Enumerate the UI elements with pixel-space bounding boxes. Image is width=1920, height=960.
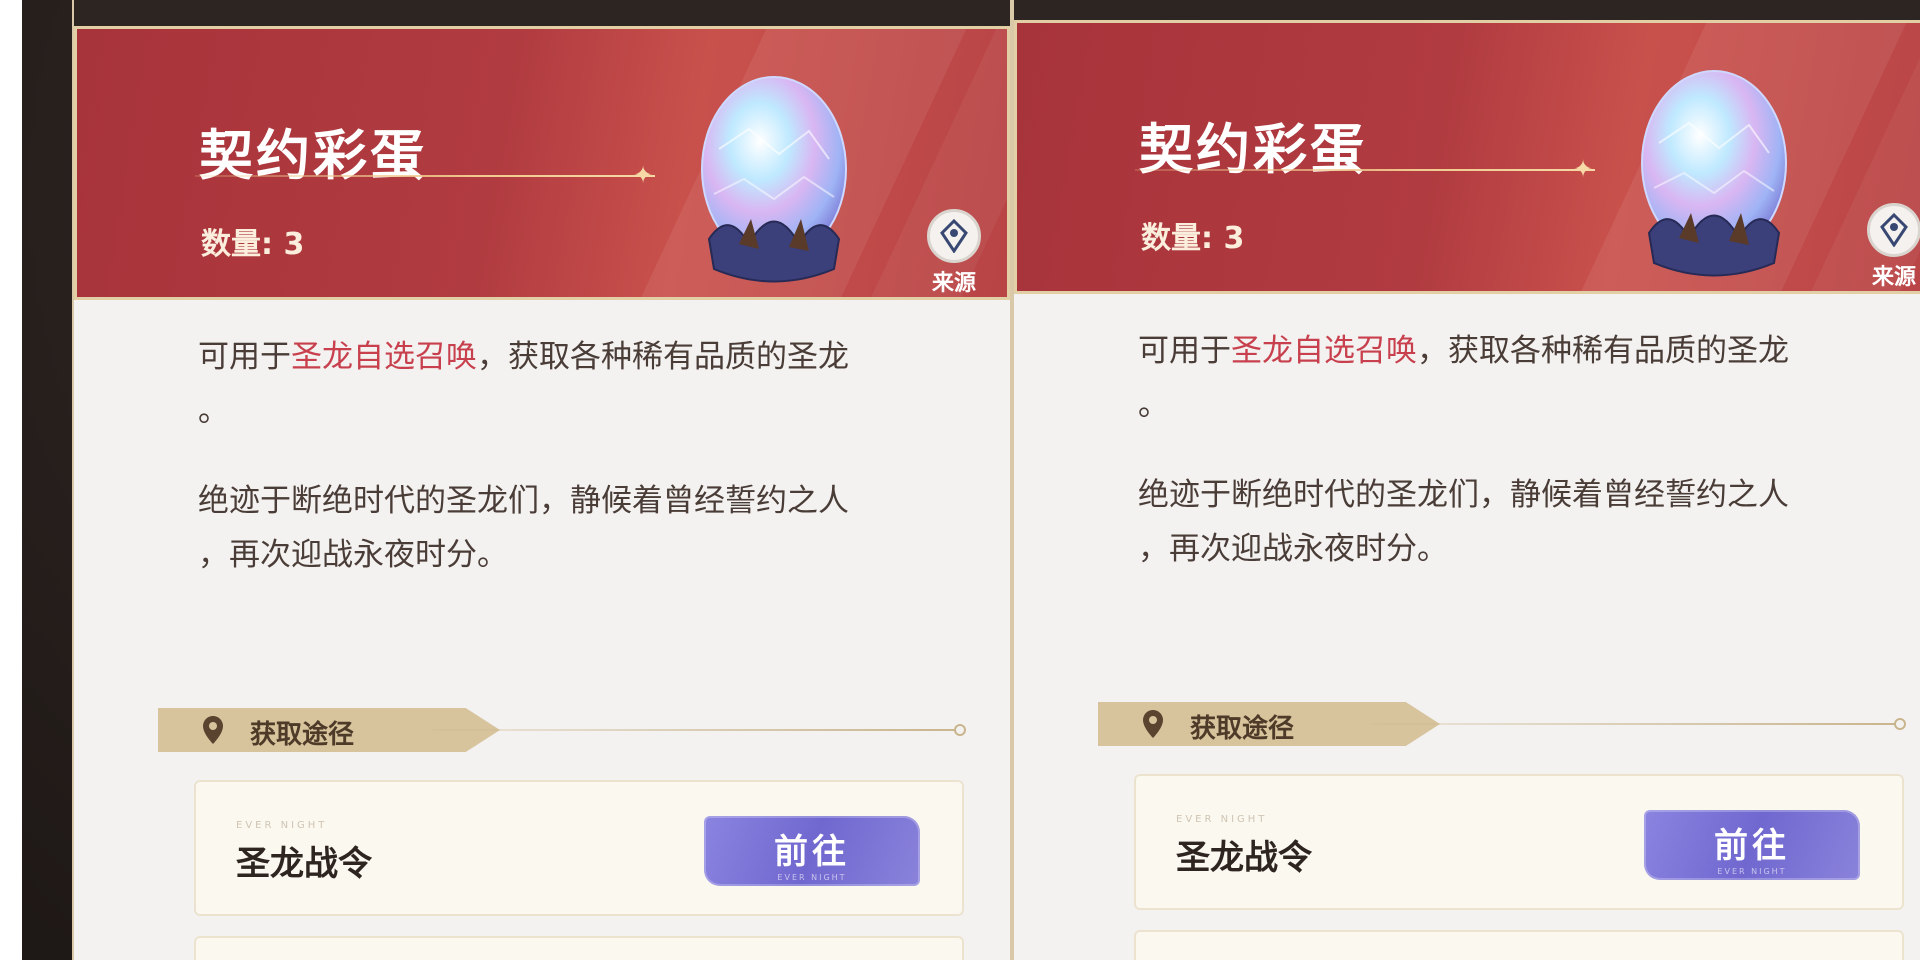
title-underline	[195, 175, 655, 177]
route-divider-end	[1894, 718, 1906, 730]
go-button[interactable]: 前往 EVER NIGHT	[1644, 810, 1860, 880]
location-pin-icon	[1142, 709, 1164, 739]
route-divider	[1372, 723, 1900, 725]
go-button-label: 前往	[774, 832, 850, 872]
route-label: 获取途径	[250, 720, 355, 750]
desc-text: 。	[1138, 387, 1169, 423]
route-card: EVER NIGHT 圣龙战令 前往 EVER NIGHT	[1134, 774, 1904, 910]
summon-link[interactable]: 圣龙自选召唤	[291, 339, 477, 375]
item-title: 契约彩蛋	[1139, 117, 1367, 181]
source-label: 来源	[931, 271, 976, 296]
route-card-next	[194, 936, 964, 960]
desc-text: ，获取各种稀有品质的圣龙	[477, 339, 849, 375]
source-button[interactable]: 来源	[919, 209, 989, 297]
route-divider-end	[954, 724, 966, 736]
go-button-sub: EVER NIGHT	[1717, 867, 1787, 876]
go-button[interactable]: 前往 EVER NIGHT	[704, 816, 920, 886]
route-card-title: 圣龙战令	[1176, 838, 1312, 878]
sparkle-icon: ✦	[633, 161, 654, 189]
panel-top-edge	[74, 0, 1010, 26]
desc-text: ，获取各种稀有品质的圣龙	[1417, 333, 1789, 369]
item-detail-panel-left: 契约彩蛋 ✦ 数量: 3 来源 可用于圣龙自选召唤，获取各种稀有品质的圣龙 。 …	[72, 0, 1012, 960]
route-label: 获取途径	[1190, 714, 1295, 744]
route-card-next	[1134, 930, 1904, 960]
go-button-label: 前往	[1714, 826, 1790, 866]
lore-line: 绝迹于断绝时代的圣龙们，静候着曾经誓约之人	[198, 483, 849, 519]
title-underline	[1135, 169, 1595, 171]
desc-text: 可用于	[1138, 333, 1231, 369]
item-header: 契约彩蛋 ✦ 数量: 3 来源	[1014, 20, 1920, 294]
panel-top-edge	[1014, 0, 1920, 20]
card-watermark: EVER NIGHT	[1176, 814, 1268, 825]
card-watermark: EVER NIGHT	[236, 820, 328, 831]
item-title: 契约彩蛋	[199, 123, 427, 187]
route-card: EVER NIGHT 圣龙战令 前往 EVER NIGHT	[194, 780, 964, 916]
egg-item-icon	[1629, 63, 1799, 291]
summon-link[interactable]: 圣龙自选召唤	[1231, 333, 1417, 369]
desc-text: 可用于	[198, 339, 291, 375]
lore-line: 绝迹于断绝时代的圣龙们，静候着曾经誓约之人	[1138, 477, 1789, 513]
source-button[interactable]: 来源	[1859, 203, 1920, 291]
item-description: 可用于圣龙自选召唤，获取各种稀有品质的圣龙 。	[1138, 324, 1878, 432]
egg-item-icon	[689, 69, 859, 297]
lore-line: ，再次迎战永夜时分。	[1138, 531, 1448, 567]
item-lore: 绝迹于断绝时代的圣龙们，静候着曾经誓约之人 ，再次迎战永夜时分。	[1138, 468, 1878, 576]
route-card-title: 圣龙战令	[236, 844, 372, 884]
item-description: 可用于圣龙自选召唤，获取各种稀有品质的圣龙 。	[198, 330, 938, 438]
item-header: 契约彩蛋 ✦ 数量: 3 来源	[74, 26, 1010, 300]
location-pin-icon	[202, 715, 224, 745]
screen-edge	[0, 0, 22, 960]
item-count: 数量: 3	[201, 227, 305, 262]
desc-text: 。	[198, 393, 229, 429]
sparkle-icon: ✦	[1573, 155, 1594, 183]
item-lore: 绝迹于断绝时代的圣龙们，静候着曾经誓约之人 ，再次迎战永夜时分。	[198, 474, 938, 582]
source-label: 来源	[1871, 265, 1916, 290]
go-button-sub: EVER NIGHT	[777, 873, 847, 882]
route-divider	[432, 729, 960, 731]
source-pin-icon	[927, 209, 981, 263]
source-pin-icon	[1867, 203, 1920, 257]
item-count: 数量: 3	[1141, 221, 1245, 256]
item-detail-panel-right: 契约彩蛋 ✦ 数量: 3 来源 可用于圣龙自选召唤，获取各种稀有品质的圣龙 。 …	[1012, 0, 1920, 960]
lore-line: ，再次迎战永夜时分。	[198, 537, 508, 573]
